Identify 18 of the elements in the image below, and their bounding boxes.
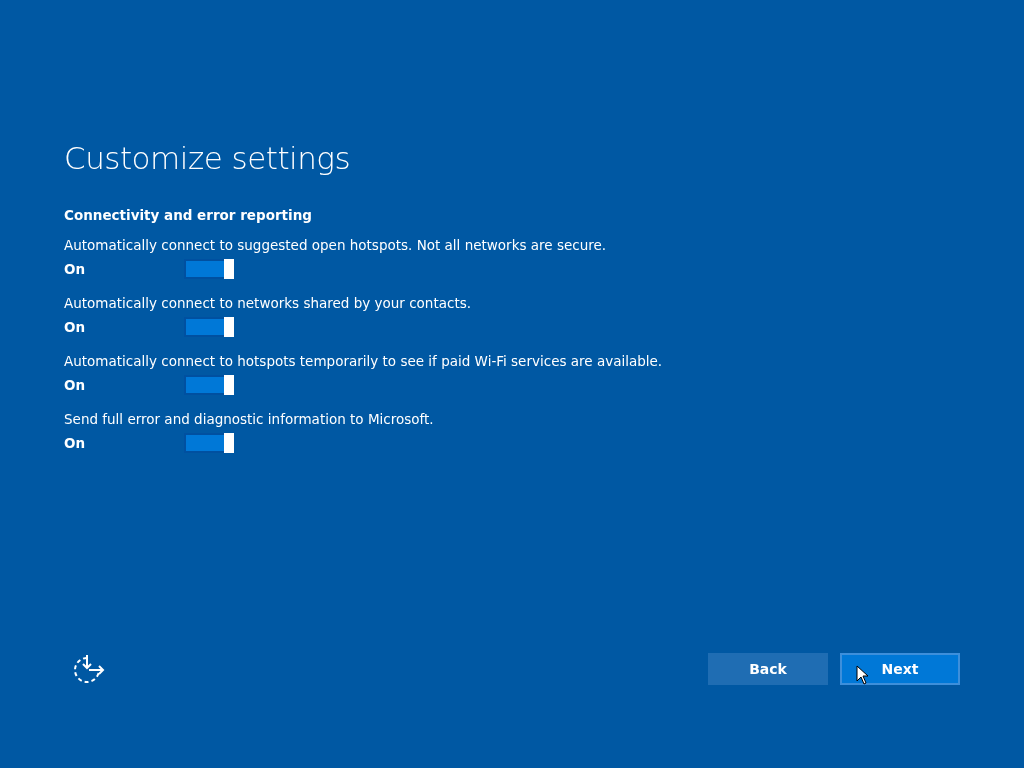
toggle-switch[interactable] bbox=[184, 433, 234, 453]
toggle-state-text: On bbox=[64, 377, 87, 393]
section-heading: Connectivity and error reporting bbox=[64, 207, 313, 223]
accessibility-icon[interactable] bbox=[71, 654, 105, 684]
back-button[interactable]: Back bbox=[708, 653, 828, 685]
page-title: Customize settings bbox=[64, 140, 352, 178]
next-button[interactable]: Next bbox=[840, 653, 960, 685]
toggle-state-text: On bbox=[64, 435, 87, 451]
toggle-switch[interactable] bbox=[184, 259, 234, 279]
setting-label: Send full error and diagnostic information to Microsoft. bbox=[64, 411, 435, 427]
setting-label: Automatically connect to suggested open hotspots. Not all networks are secure. bbox=[64, 237, 608, 253]
toggle-state-text: On bbox=[64, 261, 87, 277]
setting-label: Automatically connect to hotspots temporarily to see if paid Wi-Fi services are available. bbox=[64, 353, 664, 369]
toggle-switch[interactable] bbox=[184, 375, 234, 395]
setting-label: Automatically connect to networks shared by your contacts. bbox=[64, 295, 472, 311]
toggle-switch[interactable] bbox=[184, 317, 234, 337]
toggle-state-text: On bbox=[64, 319, 87, 335]
mouse-pointer-icon bbox=[856, 665, 869, 685]
